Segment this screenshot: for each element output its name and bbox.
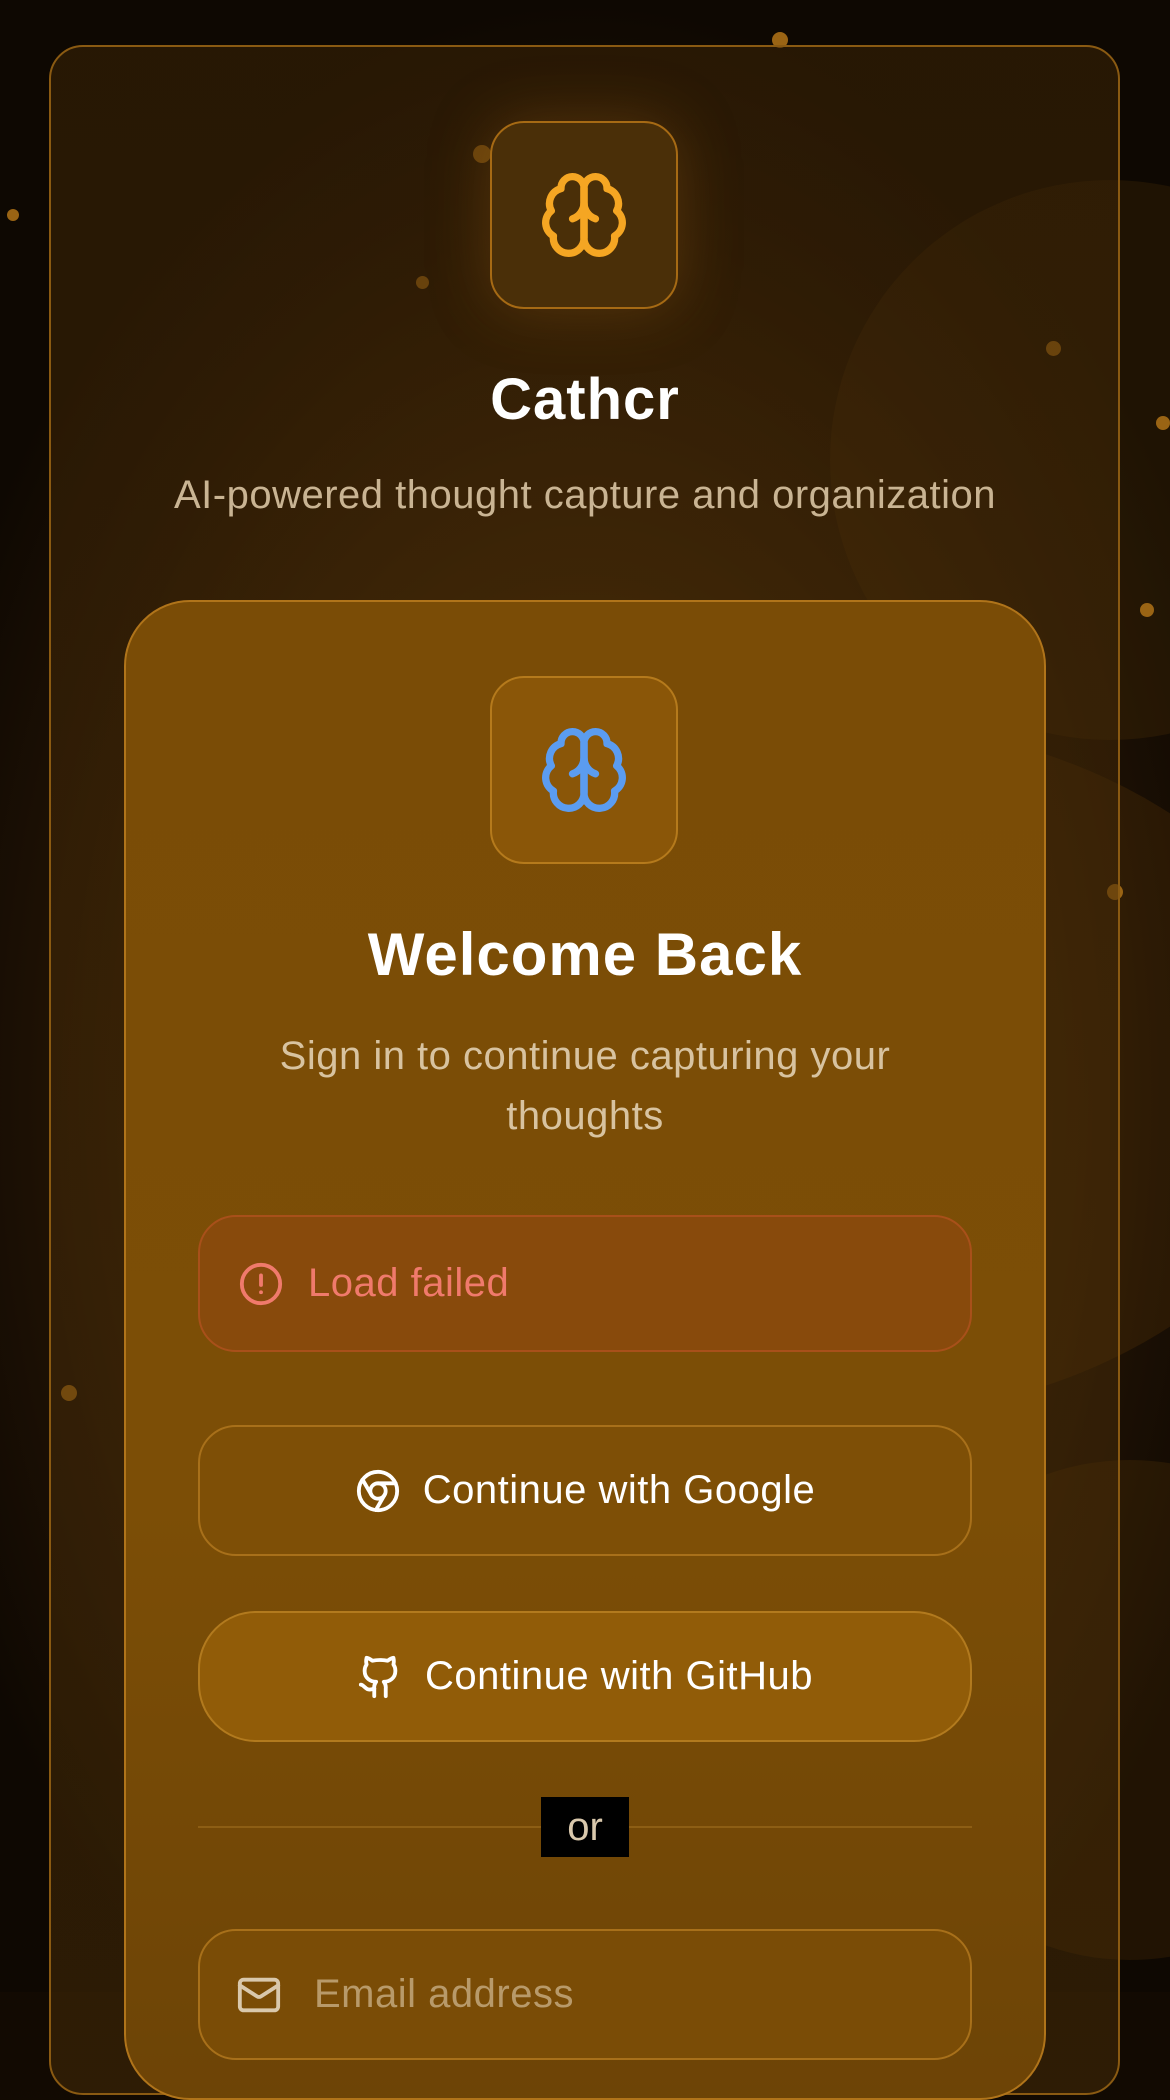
brain-icon [538,165,630,265]
app-title: Cathcr [490,367,680,432]
brain-icon [538,720,630,820]
error-alert: Load failed [198,1215,972,1352]
welcome-subheading: Sign in to continue capturing your thoug… [279,1034,891,1138]
sign-in-logo [490,676,678,864]
app-logo [490,121,678,309]
alert-circle-icon [238,1261,284,1307]
google-sign-in-button[interactable]: Continue with Google [198,1425,972,1556]
email-input[interactable] [312,1971,916,2018]
chrome-icon [355,1468,401,1514]
github-icon [357,1654,403,1700]
divider-label: or [541,1797,629,1857]
welcome-heading: Welcome Back [367,921,803,988]
email-field[interactable] [198,1929,972,2060]
github-sign-in-button[interactable]: Continue with GitHub [198,1611,972,1742]
google-button-label: Continue with Google [422,1468,816,1512]
decor-dot [7,209,19,221]
app-subtitle: AI-powered thought capture and organizat… [173,473,997,517]
github-button-label: Continue with GitHub [425,1654,813,1698]
error-message: Load failed [308,1261,510,1305]
decor-dot [1140,603,1154,617]
mail-icon [236,1972,282,2018]
